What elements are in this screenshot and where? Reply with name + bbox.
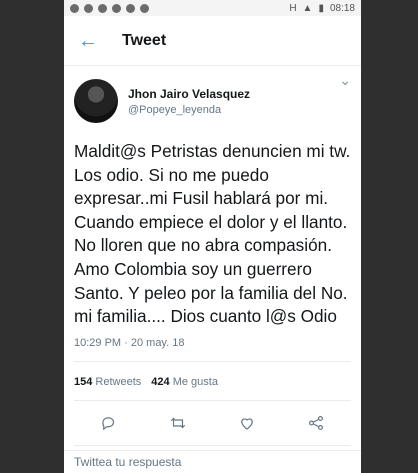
network-label: H bbox=[289, 2, 297, 14]
notification-icons bbox=[70, 3, 149, 13]
phone-screen: H ▲ ▮ 08:18 ← Tweet ⌄ Jhon Jairo Velasqu… bbox=[64, 0, 361, 473]
retweet-icon[interactable] bbox=[169, 414, 187, 432]
battery-icon: ▮ bbox=[318, 2, 324, 14]
tweet-detail: ⌄ Jhon Jairo Velasquez @Popeye_leyenda M… bbox=[64, 66, 361, 466]
tweet-actions bbox=[74, 401, 351, 446]
messenger-icon bbox=[70, 3, 79, 13]
avatar[interactable] bbox=[74, 79, 118, 123]
system-icons: H ▲ ▮ 08:18 bbox=[289, 3, 355, 14]
retweets-count: 154 bbox=[74, 375, 93, 388]
clock: 08:18 bbox=[329, 2, 355, 14]
tweet-timestamp: 10:29 PM · 20 may. 18 bbox=[74, 337, 351, 362]
instagram-icon bbox=[98, 3, 107, 13]
page-title: Tweet bbox=[122, 31, 167, 49]
twitter-icon bbox=[112, 3, 121, 13]
author-name[interactable]: Jhon Jairo Velasquez bbox=[128, 87, 250, 101]
share-icon[interactable] bbox=[307, 414, 325, 432]
facebook-icon bbox=[126, 3, 135, 13]
tweet-author[interactable]: Jhon Jairo Velasquez @Popeye_leyenda bbox=[74, 66, 351, 124]
tweet-text: Maldit@s Petristas denuncien mi tw. Los … bbox=[74, 141, 351, 327]
status-bar: H ▲ ▮ 08:18 bbox=[64, 0, 361, 16]
heart-icon[interactable] bbox=[238, 414, 256, 432]
reply-icon[interactable] bbox=[100, 414, 118, 432]
app-header: ← Tweet bbox=[64, 16, 361, 66]
retweets-label: Retweets bbox=[95, 375, 142, 388]
back-arrow-icon[interactable]: ← bbox=[78, 31, 108, 51]
retweets-stat[interactable]: 154 Retweets bbox=[74, 376, 141, 388]
twitter-icon bbox=[140, 3, 149, 13]
likes-count: 424 bbox=[151, 375, 170, 388]
likes-label: Me gusta bbox=[172, 375, 218, 388]
reply-input[interactable]: Twittea tu respuesta bbox=[64, 450, 361, 473]
likes-stat[interactable]: 424 Me gusta bbox=[151, 376, 218, 388]
tweet-stats: 154 Retweets 424 Me gusta bbox=[74, 362, 351, 401]
whatsapp-icon bbox=[84, 3, 93, 13]
author-handle[interactable]: @Popeye_leyenda bbox=[128, 104, 250, 116]
signal-icon: ▲ bbox=[302, 2, 313, 14]
chevron-down-icon[interactable]: ⌄ bbox=[339, 72, 351, 89]
